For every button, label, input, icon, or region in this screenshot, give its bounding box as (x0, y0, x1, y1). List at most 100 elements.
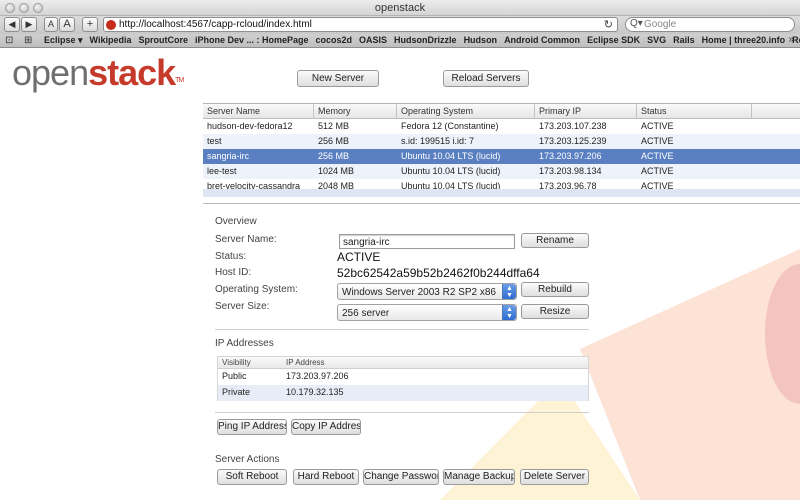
operating-system-select[interactable]: Windows Server 2003 R2 SP2 x86 ▲ ▼ (337, 283, 517, 300)
search-input[interactable]: Q▾ Google (625, 17, 795, 32)
ip-address-table: Visibility IP Address Public 173.203.97.2… (217, 356, 589, 401)
bookmarks-more-icon[interactable]: » (788, 34, 794, 45)
openstack-logo: openstackTM (12, 52, 184, 93)
ip-row[interactable]: Private 10.179.32.135 (218, 385, 588, 401)
bookmark-list: Eclipse ▾ Wikipedia SproutCore iPhone Dev .… (44, 35, 800, 46)
top-sites-grid-icon[interactable]: ⊞ (24, 35, 32, 46)
server-cell-memory: 256 MB (318, 151, 350, 161)
column-header-primary-ip[interactable]: Primary IP (539, 106, 581, 116)
bookmark-item[interactable]: OASIS (359, 35, 387, 45)
server-row[interactable]: test 256 MB s.id: 199515 i.id: 7 173.203.12… (203, 134, 800, 149)
ip-addresses-heading: IP Addresses (215, 338, 274, 349)
reload-icon[interactable]: ↻ (604, 18, 613, 31)
server-cell-primary-ip: 173.203.97.206 (539, 151, 602, 161)
section-divider (215, 412, 589, 413)
page-content: openstackTM New Server Reload Servers Se… (0, 49, 800, 500)
server-actions-heading: Server Actions (215, 454, 280, 465)
column-header-visibility[interactable]: Visibility (222, 358, 251, 367)
server-detail-panel: Overview Server Name: sangria-irc Rename… (203, 203, 800, 500)
manage-backups-button[interactable]: Manage Backups (443, 469, 515, 485)
server-table-footer (203, 189, 800, 197)
overview-heading: Overview (215, 216, 257, 227)
server-size-label: Server Size: (215, 301, 270, 312)
server-row[interactable]: hudson-dev-fedora12 512 MB Fedora 12 (Cons… (203, 119, 800, 134)
resize-button[interactable]: Resize (521, 304, 589, 319)
server-cell-status: ACTIVE (641, 136, 674, 146)
column-header-status[interactable]: Status (641, 106, 667, 116)
column-header-operating-system[interactable]: Operating System (401, 106, 473, 116)
ping-ip-address-button[interactable]: Ping IP Address (217, 419, 287, 435)
server-cell-primary-ip: 173.203.107.238 (539, 121, 607, 131)
bookmark-item[interactable]: cocos2d (316, 35, 353, 45)
column-header-ip-address[interactable]: IP Address (286, 358, 325, 367)
ip-table-header: Visibility IP Address (218, 357, 588, 369)
bookmark-item[interactable]: Hudson (464, 35, 498, 45)
bookmark-item[interactable]: Eclipse SDK (587, 35, 640, 45)
site-favicon-icon (106, 20, 116, 30)
server-cell-primary-ip: 173.203.98.134 (539, 166, 602, 176)
server-cell-status: ACTIVE (641, 166, 674, 176)
column-header-memory[interactable]: Memory (318, 106, 351, 116)
forward-button[interactable]: ▶ (21, 17, 37, 32)
ip-cell-visibility: Public (222, 371, 247, 381)
hard-reboot-button[interactable]: Hard Reboot (293, 469, 359, 485)
ip-row[interactable]: Public 173.203.97.206 (218, 369, 588, 385)
server-cell-server-name: test (207, 136, 222, 146)
server-cell-operating-system: Ubuntu 10.04 LTS (lucid) (401, 166, 501, 176)
server-name-label: Server Name: (215, 234, 277, 245)
server-cell-server-name: sangria-irc (207, 151, 250, 161)
rename-button[interactable]: Rename (521, 233, 589, 248)
search-placeholder: Google (644, 19, 677, 30)
section-divider (215, 329, 589, 330)
server-cell-memory: 1024 MB (318, 166, 355, 176)
operating-system-value: Windows Server 2003 R2 SP2 x86 (342, 287, 496, 298)
bookmark-item[interactable]: Eclipse ▾ (44, 35, 83, 45)
server-table-header: Server Name Memory Operating System Prim… (203, 104, 800, 119)
server-row[interactable]: lee-test 1024 MB Ubuntu 10.04 LTS (lucid) 1… (203, 164, 800, 179)
back-button[interactable]: ◀ (4, 17, 20, 32)
bookmark-item[interactable]: Home | three20.info (702, 35, 786, 45)
rebuild-button[interactable]: Rebuild (521, 282, 589, 297)
search-icon: Q▾ (630, 18, 643, 29)
server-cell-server-name: lee-test (207, 166, 237, 176)
address-bar[interactable]: http://localhost:4567/capp-rcloud/index.… (103, 17, 618, 32)
column-header-server-name[interactable]: Server Name (207, 106, 260, 116)
server-cell-operating-system: Fedora 12 (Constantine) (401, 121, 499, 131)
copy-ip-address-button[interactable]: Copy IP Address (291, 419, 361, 435)
server-table: Server Name Memory Operating System Prim… (203, 103, 800, 201)
soft-reboot-button[interactable]: Soft Reboot (217, 469, 287, 485)
bookmark-item[interactable]: iPhone Dev ... : HomePage (195, 35, 309, 45)
bookmark-item[interactable]: Rails (673, 35, 695, 45)
server-name-field[interactable]: sangria-irc (339, 234, 515, 249)
status-value: ACTIVE (337, 250, 381, 264)
bookmark-item[interactable]: Android Common (504, 35, 580, 45)
reload-servers-button[interactable]: Reload Servers (443, 70, 529, 87)
add-bookmark-button[interactable]: + (82, 17, 98, 32)
bookmark-item[interactable]: SVG (647, 35, 666, 45)
bookmarks-bar: ⊡ ⊞ Eclipse ▾ Wikipedia SproutCore iPhone D… (0, 34, 800, 48)
new-server-button[interactable]: New Server (297, 70, 379, 87)
ip-cell-visibility: Private (222, 387, 251, 397)
server-cell-status: ACTIVE (641, 151, 674, 161)
server-cell-operating-system: Ubuntu 10.04 LTS (lucid) (401, 151, 501, 161)
text-smaller-button[interactable]: A (44, 17, 58, 32)
server-size-value: 256 server (342, 308, 390, 319)
server-cell-memory: 512 MB (318, 121, 350, 131)
host-id-value: 52bc62542a59b52b2462f0b244dffa64 (337, 266, 540, 280)
change-password-button[interactable]: Change Password (363, 469, 439, 485)
server-row[interactable]: sangria-irc 256 MB Ubuntu 10.04 LTS (lucid… (203, 149, 800, 164)
bookmark-item[interactable]: HudsonDrizzle (394, 35, 457, 45)
url-text: http://localhost:4567/capp-rcloud/index.… (119, 19, 312, 30)
text-larger-button[interactable]: A (59, 17, 75, 32)
server-size-select[interactable]: 256 server ▲ ▼ (337, 304, 517, 321)
select-stepper-icon: ▲ ▼ (502, 284, 516, 299)
host-id-label: Host ID: (215, 267, 252, 278)
bookmark-item[interactable]: Wikipedia (90, 35, 132, 45)
server-cell-primary-ip: 173.203.125.239 (539, 136, 607, 146)
delete-server-button[interactable]: Delete Server (520, 469, 589, 485)
server-cell-operating-system: s.id: 199515 i.id: 7 (401, 136, 475, 146)
window-titlebar: openstack (0, 0, 800, 16)
bookmarks-book-icon[interactable]: ⊡ (5, 35, 13, 46)
window-title: openstack (374, 2, 426, 14)
bookmark-item[interactable]: SproutCore (138, 35, 188, 45)
